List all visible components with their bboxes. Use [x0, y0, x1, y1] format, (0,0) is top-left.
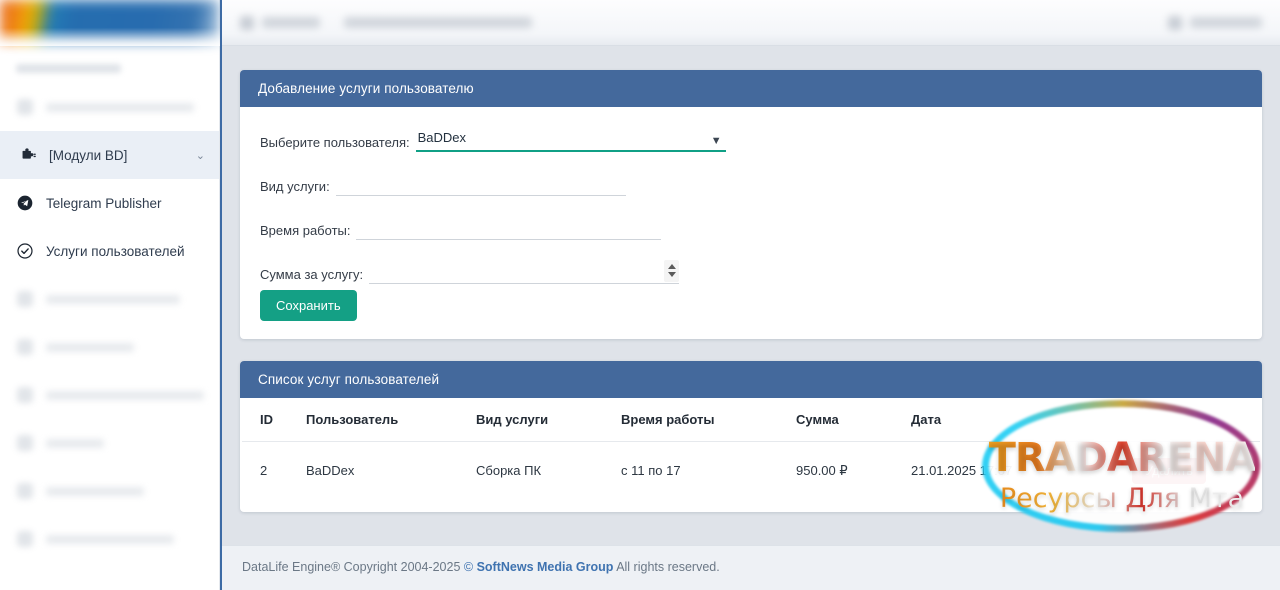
sidebar: [Модули BD] ⌄ Telegram Publisher Услуги …: [0, 0, 220, 590]
content-region: Добавление услуги пользователю Выберите …: [222, 46, 1280, 545]
blurred-section-heading: [16, 64, 121, 73]
work-time-label: Время работы:: [260, 222, 351, 238]
footer-brand-link[interactable]: SoftNews Media Group: [477, 560, 614, 574]
field-row-sum: Сумма за услугу:: [260, 259, 1242, 284]
cell-service: Сборка ПК: [476, 463, 542, 478]
add-service-panel-title: Добавление услуги пользователю: [240, 70, 1262, 107]
table-row[interactable]: 2 BaDDex Сборка ПК с 11 по 17 950.00 ₽ 2…: [242, 441, 1260, 502]
sidebar-item-label: [46, 342, 205, 352]
application-window: [Модули BD] ⌄ Telegram Publisher Услуги …: [0, 0, 1280, 590]
sidebar-item-blurred-0[interactable]: [0, 83, 219, 131]
avatar: [1168, 15, 1182, 30]
sidebar-item-blurred-1[interactable]: [0, 275, 219, 323]
work-time-input[interactable]: [356, 217, 662, 240]
sidebar-item-moduli-bd[interactable]: [Модули BD] ⌄: [0, 131, 219, 179]
sum-wrapper: [369, 259, 680, 284]
cell-id: 2: [260, 463, 268, 478]
cell-time: с 11 по 17: [621, 463, 681, 478]
sidebar-item-uslugi-polzovateley[interactable]: Услуги пользователей: [0, 227, 219, 275]
table-header-row: ID Пользователь Вид услуги Время работы …: [242, 401, 1260, 442]
sidebar-item-telegram-publisher[interactable]: Telegram Publisher: [0, 179, 219, 227]
column-header-user: Пользователь: [298, 401, 468, 442]
work-time-wrapper: [356, 217, 662, 240]
save-button[interactable]: Сохранить: [260, 289, 357, 321]
services-list-panel-title: Список услуг пользователей: [240, 360, 1262, 398]
telegram-icon: [16, 194, 34, 212]
sidebar-item-label: [46, 534, 205, 544]
column-header-sum: Сумма: [788, 401, 903, 442]
sidebar-section-label: [0, 42, 219, 83]
sidebar-item-blurred-4[interactable]: [0, 419, 219, 467]
column-header-date: Дата: [903, 401, 1078, 442]
blurred-icon: [16, 290, 34, 308]
puzzle-piece-icon: [19, 146, 37, 164]
add-service-panel: Добавление услуги пользователю Выберите …: [240, 70, 1262, 339]
sidebar-item-blurred-6[interactable]: [0, 515, 219, 563]
services-table-wrapper: ID Пользователь Вид услуги Время работы …: [240, 398, 1262, 512]
table-header: ID Пользователь Вид услуги Время работы …: [242, 401, 1260, 442]
service-type-wrapper: [335, 173, 626, 196]
user-select[interactable]: [415, 129, 726, 152]
blurred-username: [1190, 17, 1262, 28]
blurred-icon: [16, 482, 34, 500]
blurred-icon: [16, 386, 34, 404]
footer: DataLife Engine® Copyright 2004-2025 © S…: [222, 545, 1280, 590]
topbar-left-blurred[interactable]: [240, 15, 532, 30]
services-table: ID Пользователь Вид услуги Время работы …: [242, 401, 1260, 502]
sidebar-item-blurred-2[interactable]: [0, 323, 219, 371]
column-header-time: Время работы: [613, 401, 788, 442]
blurred-icon: [16, 98, 34, 116]
cell-sum: 950.00 ₽: [796, 462, 848, 478]
service-type-input[interactable]: [335, 173, 626, 196]
sidebar-item-label: [Модули BD]: [49, 147, 128, 163]
registered-icon: ®: [330, 560, 341, 574]
footer-engine-name: DataLife Engine: [242, 560, 331, 574]
delete-button[interactable]: Удалить: [1132, 457, 1206, 484]
topbar-user-menu-blurred[interactable]: [1168, 15, 1262, 30]
table-body: 2 BaDDex Сборка ПК с 11 по 17 950.00 ₽ 2…: [242, 441, 1260, 502]
service-type-label: Вид услуги:: [260, 178, 330, 194]
sidebar-item-blurred-5[interactable]: [0, 467, 219, 515]
blurred-icon: [16, 434, 34, 452]
cell-date: 21.01.2025 17:07: [911, 463, 1013, 478]
field-row-work-time: Время работы:: [260, 217, 1242, 240]
blurred-icon: [240, 15, 254, 30]
sidebar-item-label: [46, 390, 205, 400]
quantity-stepper[interactable]: [664, 259, 680, 282]
sidebar-item-blurred-3[interactable]: [0, 371, 219, 419]
sidebar-item-label: Telegram Publisher: [46, 195, 162, 211]
main-area: Добавление услуги пользователю Выберите …: [220, 0, 1280, 590]
footer-copyright-years: Copyright 2004-2025: [340, 560, 464, 574]
cell-user: BaDDex: [306, 463, 355, 478]
sidebar-item-label: [46, 102, 205, 112]
chevron-down-icon[interactable]: ⌄: [196, 149, 205, 162]
sidebar-item-label: [46, 294, 205, 304]
column-header-actions: [1078, 401, 1260, 442]
top-bar: [222, 0, 1280, 46]
sidebar-item-label: Услуги пользователей: [46, 243, 185, 259]
column-header-service: Вид услуги: [468, 401, 613, 442]
cell-actions: Удалить: [1078, 441, 1260, 502]
field-row-user: Выберите пользователя: ▼: [260, 129, 1242, 152]
column-header-id: ID: [242, 401, 298, 442]
brand-fade: [0, 0, 220, 46]
add-service-form: Выберите пользователя: ▼ Вид услуги:: [240, 107, 1262, 339]
sidebar-item-label: [46, 486, 205, 496]
field-row-service-type: Вид услуги:: [260, 173, 1242, 196]
blurred-label: [262, 17, 320, 28]
blurred-icon: [16, 530, 34, 548]
check-circle-icon: [16, 242, 34, 260]
user-select-label: Выберите пользователя:: [260, 134, 410, 150]
blurred-icon: [16, 338, 34, 356]
user-select-wrapper[interactable]: ▼: [415, 129, 726, 152]
stepper-up-icon[interactable]: [667, 264, 676, 269]
footer-rights: All rights reserved.: [613, 560, 720, 574]
sidebar-item-label: [46, 438, 205, 448]
sum-input[interactable]: [369, 261, 680, 284]
copyright-icon: ©: [463, 560, 474, 574]
blurred-breadcrumb: [344, 17, 532, 28]
services-list-panel: Список услуг пользователей ID Пользовате…: [240, 360, 1262, 512]
stepper-down-icon[interactable]: [667, 272, 676, 277]
sum-label: Сумма за услугу:: [260, 266, 364, 282]
